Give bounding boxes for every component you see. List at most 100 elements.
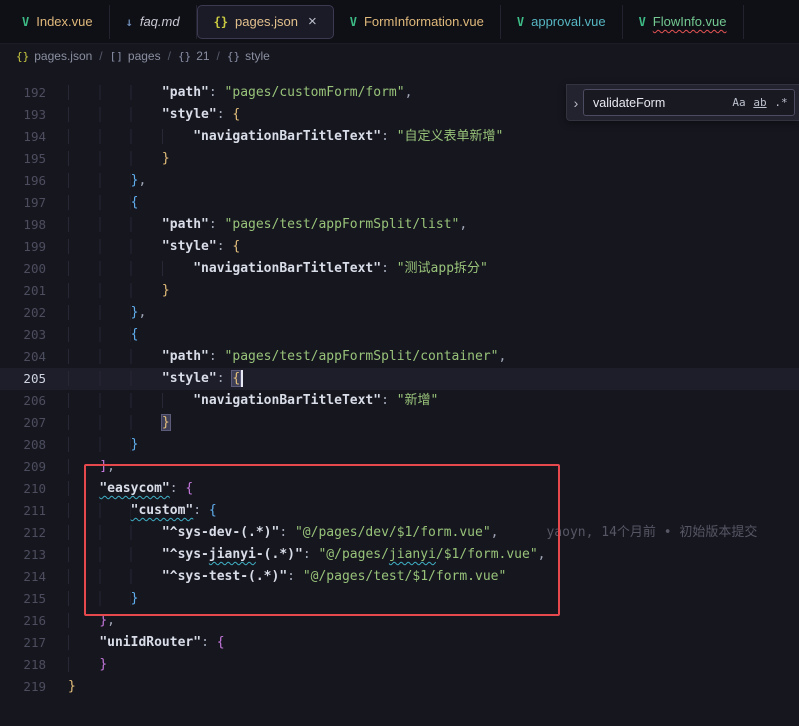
regex-toggle[interactable]: .*	[771, 93, 791, 113]
tab-label: FormInformation.vue	[364, 14, 484, 29]
line-number: 199	[0, 236, 46, 258]
line-number: 219	[0, 676, 46, 698]
text-cursor	[241, 370, 243, 387]
code-line-content: "easycom": {	[46, 478, 193, 500]
whole-word-toggle[interactable]: ab	[750, 93, 770, 113]
code-line-202[interactable]: 202 },	[0, 302, 799, 324]
code-line-210[interactable]: 210 "easycom": {	[0, 478, 799, 500]
breadcrumb-separator: /	[99, 49, 102, 63]
code-line-212[interactable]: 212 "^sys-dev-(.*)": "@/pages/dev/$1/for…	[0, 522, 799, 544]
line-number: 204	[0, 346, 46, 368]
line-number: 211	[0, 500, 46, 522]
json-file-icon: {}	[214, 15, 228, 29]
code-line-content: "style": {	[46, 104, 240, 126]
line-number: 208	[0, 434, 46, 456]
symbol-object-icon: {}	[227, 50, 240, 63]
breadcrumb-label: pages.json	[34, 49, 92, 63]
code-line-217[interactable]: 217 "uniIdRouter": {	[0, 632, 799, 654]
code-line-content: },	[46, 170, 146, 192]
tab-pages.json[interactable]: {} pages.json ×	[197, 5, 334, 39]
code-line-content: "style": {	[46, 236, 240, 258]
tab-FlowInfo.vue[interactable]: VFlowInfo.vue	[623, 5, 744, 39]
code-area: 192 "path": "pages/customForm/form",193 …	[0, 82, 799, 698]
tab-faq.md[interactable]: ↓ faq.md	[110, 5, 197, 39]
close-tab-icon[interactable]: ×	[308, 14, 317, 29]
code-line-content: }	[46, 434, 138, 456]
code-line-content: {	[46, 192, 138, 214]
code-line-content: "path": "pages/test/appFormSplit/list",	[46, 214, 467, 236]
code-line-203[interactable]: 203 {	[0, 324, 799, 346]
line-number: 209	[0, 456, 46, 478]
line-number: 198	[0, 214, 46, 236]
code-line-content: "style": {	[46, 368, 243, 390]
code-line-211[interactable]: 211 "custom": {	[0, 500, 799, 522]
code-line-content: },	[46, 610, 115, 632]
line-number: 206	[0, 390, 46, 412]
code-line-content: }	[46, 280, 170, 302]
code-line-214[interactable]: 214 "^sys-test-(.*)": "@/pages/test/$1/f…	[0, 566, 799, 588]
code-line-content: "uniIdRouter": {	[46, 632, 225, 654]
tab-label: faq.md	[140, 14, 180, 29]
code-line-205[interactable]: 205 "style": {	[0, 368, 799, 390]
line-number: 195	[0, 148, 46, 170]
line-number: 213	[0, 544, 46, 566]
find-input[interactable]: validateForm Aaab.*	[583, 89, 795, 116]
find-toggle-replace-chevron-icon[interactable]: ›	[569, 95, 583, 111]
code-line-content: ],	[46, 456, 115, 478]
code-line-208[interactable]: 208 }	[0, 434, 799, 456]
tab-label: FlowInfo.vue	[653, 14, 727, 29]
breadcrumb-item-style[interactable]: {} style	[227, 49, 270, 63]
code-line-216[interactable]: 216 },	[0, 610, 799, 632]
tab-approval.vue[interactable]: Vapproval.vue	[501, 5, 623, 39]
editor: 192 "path": "pages/customForm/form",193 …	[0, 68, 799, 726]
breadcrumb-label: style	[245, 49, 270, 63]
code-line-194[interactable]: 194 "navigationBarTitleText": "自定义表单新增"	[0, 126, 799, 148]
line-number: 207	[0, 412, 46, 434]
code-line-197[interactable]: 197 {	[0, 192, 799, 214]
code-line-content: }	[46, 588, 138, 610]
code-line-213[interactable]: 213 "^sys-jianyi-(.*)": "@/pages/jianyi/…	[0, 544, 799, 566]
line-number: 203	[0, 324, 46, 346]
match-case-toggle[interactable]: Aa	[729, 93, 749, 113]
code-line-199[interactable]: 199 "style": {	[0, 236, 799, 258]
code-line-209[interactable]: 209 ],	[0, 456, 799, 478]
tab-label: approval.vue	[531, 14, 605, 29]
code-line-content: "path": "pages/test/appFormSplit/contain…	[46, 346, 506, 368]
line-number: 202	[0, 302, 46, 324]
code-line-207[interactable]: 207 }	[0, 412, 799, 434]
breadcrumb-item-pages.json[interactable]: {}pages.json	[16, 49, 92, 63]
vue-file-icon: V	[350, 15, 357, 29]
line-number: 201	[0, 280, 46, 302]
breadcrumb-separator: /	[217, 49, 220, 63]
code-line-content: }	[46, 148, 170, 170]
code-line-content: "path": "pages/customForm/form",	[46, 82, 412, 104]
markdown-file-icon: ↓	[126, 15, 133, 29]
code-line-198[interactable]: 198 "path": "pages/test/appFormSplit/lis…	[0, 214, 799, 236]
code-line-content: {	[46, 324, 138, 346]
find-input-value: validateForm	[593, 96, 728, 110]
code-line-201[interactable]: 201 }	[0, 280, 799, 302]
code-line-204[interactable]: 204 "path": "pages/test/appFormSplit/con…	[0, 346, 799, 368]
breadcrumb: {}pages.json/[]pages/{}21/{}style	[0, 44, 799, 68]
vue-file-icon: V	[22, 15, 29, 29]
code-line-200[interactable]: 200 "navigationBarTitleText": "测试app拆分"	[0, 258, 799, 280]
breadcrumb-label: 21	[196, 49, 209, 63]
tab-label: pages.json	[235, 14, 298, 29]
line-number: 218	[0, 654, 46, 676]
line-number: 217	[0, 632, 46, 654]
code-line-206[interactable]: 206 "navigationBarTitleText": "新增"	[0, 390, 799, 412]
code-line-218[interactable]: 218 }	[0, 654, 799, 676]
code-line-219[interactable]: 219}	[0, 676, 799, 698]
code-line-196[interactable]: 196 },	[0, 170, 799, 192]
tab-FormInformation.vue[interactable]: V FormInformation.vue	[334, 5, 501, 39]
code-line-195[interactable]: 195 }	[0, 148, 799, 170]
find-widget: › validateForm Aaab.*	[566, 84, 799, 121]
code-line-215[interactable]: 215 }	[0, 588, 799, 610]
symbol-object-icon: {}	[178, 50, 191, 63]
breadcrumb-item-21[interactable]: {} 21	[178, 49, 210, 63]
tab-Index.vue[interactable]: VIndex.vue	[6, 5, 110, 39]
vue-file-icon: V	[517, 15, 524, 29]
line-number: 215	[0, 588, 46, 610]
breadcrumb-item-pages[interactable]: []pages	[110, 49, 161, 63]
code-line-content: "^sys-dev-(.*)": "@/pages/dev/$1/form.vu…	[46, 522, 757, 544]
